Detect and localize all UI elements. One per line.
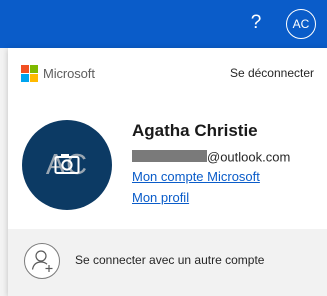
- profile-photo-button[interactable]: AC: [22, 120, 112, 210]
- sign-out-link[interactable]: Se déconnecter: [230, 66, 314, 80]
- account-avatar-button[interactable]: AC: [286, 9, 316, 39]
- redacted-email-block: [132, 149, 207, 162]
- user-display-name: Agatha Christie: [132, 121, 258, 140]
- sign-in-other-account-button[interactable]: Se connecter avec un autre compte: [8, 229, 327, 296]
- user-email: @outlook.com: [132, 148, 290, 164]
- add-user-icon: [24, 243, 60, 279]
- brand-name: Microsoft: [43, 66, 95, 81]
- email-domain: @outlook.com: [207, 149, 291, 165]
- top-bar: ? AC: [0, 0, 327, 48]
- help-icon[interactable]: ?: [246, 11, 266, 35]
- camera-icon: [54, 154, 80, 174]
- my-microsoft-account-link[interactable]: Mon compte Microsoft: [132, 169, 260, 184]
- my-profile-link[interactable]: Mon profil: [132, 190, 189, 205]
- account-panel: Microsoft Se déconnecter AC Agatha Chris…: [8, 48, 327, 296]
- other-account-label: Se connecter avec un autre compte: [75, 253, 265, 267]
- microsoft-squares-icon: [21, 65, 38, 82]
